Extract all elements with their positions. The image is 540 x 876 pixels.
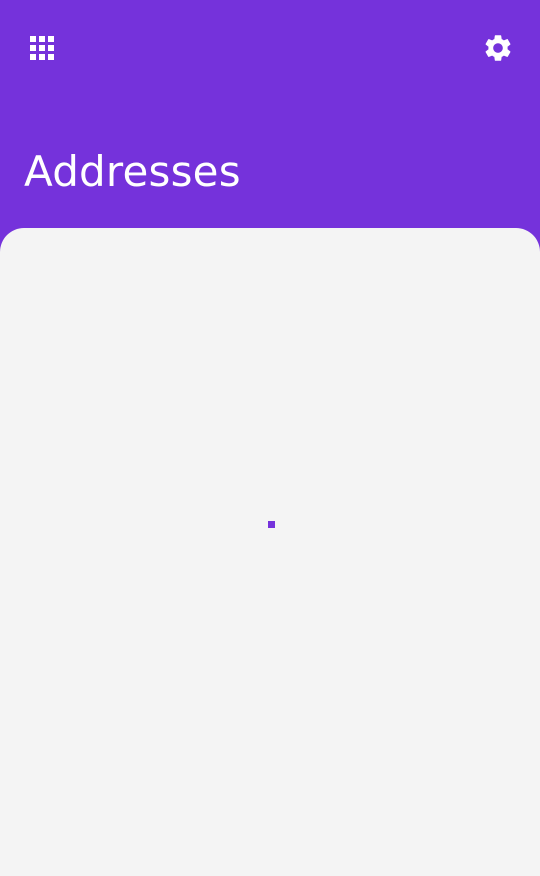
apps-grid-icon xyxy=(30,36,54,60)
top-app-bar xyxy=(0,0,540,96)
app-screen: Addresses xyxy=(0,0,540,876)
gear-icon xyxy=(485,35,511,61)
loading-spinner-icon xyxy=(268,521,275,528)
apps-button[interactable] xyxy=(18,24,66,72)
settings-button[interactable] xyxy=(474,24,522,72)
page-title: Addresses xyxy=(24,147,241,196)
content-panel xyxy=(0,228,540,876)
